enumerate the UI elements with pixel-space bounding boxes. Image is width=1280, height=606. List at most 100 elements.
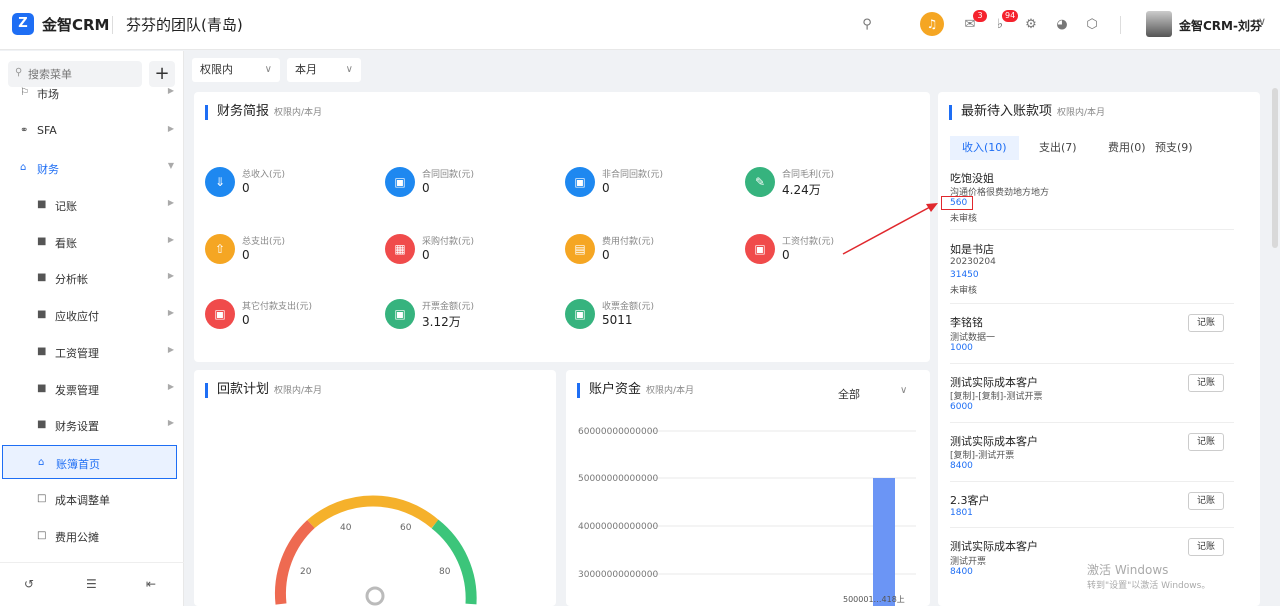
stat-card: ⇓ 总收入(元) 0 bbox=[205, 167, 375, 207]
brand-name: 金智CRM bbox=[42, 16, 110, 34]
y-tick-label: 50000000000000 bbox=[578, 474, 658, 484]
gauge-chart: 20 40 60 80 bbox=[274, 495, 477, 606]
sliders-icon[interactable]: ☰ bbox=[86, 577, 97, 591]
folder-icon: ■ bbox=[37, 419, 47, 430]
logo-icon[interactable]: Z bbox=[12, 13, 34, 35]
account-funds-panel: 账户资金 权限内/本月 全部 ∨ 60000000000000 500000000… bbox=[566, 370, 930, 606]
team-name[interactable]: 芬芬的团队(青岛) bbox=[126, 14, 243, 35]
gauge-arc-red bbox=[274, 519, 315, 605]
stat-card: ▣ 收票金额(元) 5011 bbox=[565, 299, 735, 339]
stat-label: 合同毛利(元) bbox=[782, 170, 835, 180]
sidebar-item-analysis[interactable]: ■ 分析帐 ▶ bbox=[0, 261, 184, 295]
stat-label: 总支出(元) bbox=[242, 237, 286, 247]
list-item[interactable]: 李铭铭 测试数据一 1000 记账 bbox=[950, 314, 1234, 364]
sidebar-item-cost-share[interactable]: □ 费用公摊 bbox=[0, 519, 184, 553]
list-item[interactable]: 2.3客户 1801 记账 bbox=[950, 492, 1234, 528]
period-select[interactable]: 本月 ∨ bbox=[287, 58, 361, 82]
bell-badge: 94 bbox=[1002, 10, 1019, 22]
chevron-down-icon: ▼ bbox=[167, 161, 174, 170]
megaphone-icon[interactable]: ♫ bbox=[920, 12, 944, 36]
collapse-menu-icon[interactable]: ⇤ bbox=[146, 577, 156, 591]
stat-value: 0 bbox=[602, 181, 610, 195]
record-button[interactable]: 记账 bbox=[1188, 374, 1224, 392]
pie-chart-icon[interactable]: ◕ bbox=[1053, 16, 1071, 34]
header-divider bbox=[112, 16, 113, 34]
record-button[interactable]: 记账 bbox=[1188, 538, 1224, 556]
gauge-tick: 20 bbox=[300, 567, 312, 577]
y-tick-label: 60000000000000 bbox=[578, 427, 658, 437]
avatar[interactable] bbox=[1146, 11, 1172, 37]
list-item[interactable]: 测试实际成本客户 [复制]-测试开票 8400 记账 bbox=[950, 433, 1234, 482]
gauge-tick: 60 bbox=[400, 523, 412, 533]
list-item[interactable]: 如是书店 20230204 31450 未审核 bbox=[950, 241, 1234, 304]
sidebar-item-finance[interactable]: ⌂ 财务 ▼ bbox=[0, 151, 184, 185]
folder-icon: ■ bbox=[37, 383, 47, 394]
stat-card: ▣ 非合同回款(元) 0 bbox=[565, 167, 735, 207]
sidebar-item-invoices[interactable]: ■ 发票管理 ▶ bbox=[0, 372, 184, 406]
y-tick-label: 30000000000000 bbox=[578, 570, 658, 580]
gauge-arc-green bbox=[431, 519, 477, 605]
record-button[interactable]: 记账 bbox=[1188, 314, 1224, 332]
tab-advance[interactable]: 预支(9) bbox=[1143, 136, 1205, 160]
stat-icon: ▣ bbox=[385, 167, 415, 197]
scope-select[interactable]: 权限内 ∨ bbox=[192, 58, 280, 82]
sidebar-item-ledger-home[interactable]: ⌂ 账簿首页 bbox=[2, 445, 177, 479]
stat-label: 收票金额(元) bbox=[602, 302, 655, 312]
sidebar-item-finance-settings[interactable]: ■ 财务设置 ▶ bbox=[0, 408, 184, 442]
record-button[interactable]: 记账 bbox=[1188, 492, 1224, 510]
stat-icon: ▣ bbox=[745, 234, 775, 264]
sidebar-footer: ↺ ☰ ⇤ bbox=[0, 562, 184, 606]
chevron-right-icon: ▶ bbox=[167, 235, 174, 244]
gauge-arc-yellow bbox=[307, 495, 439, 529]
record-button[interactable]: 记账 bbox=[1188, 433, 1224, 451]
y-tick-label: 40000000000000 bbox=[578, 522, 658, 532]
chevron-down-icon[interactable]: ∨ bbox=[1258, 15, 1266, 28]
stat-icon: ▦ bbox=[385, 234, 415, 264]
stat-label: 采购付款(元) bbox=[422, 237, 475, 247]
stat-label: 合同回款(元) bbox=[422, 170, 475, 180]
finance-brief-panel: 财务简报 权限内/本月 ⇓ 总收入(元) 0 ▣ 合同回款(元) 0 ▣ 非合同回款(元) 0 ✎ 合… bbox=[194, 92, 930, 362]
stat-card: ✎ 合同毛利(元) 4.24万 bbox=[745, 167, 915, 207]
sidebar-item-cost-adjust[interactable]: □ 成本调整单 bbox=[0, 482, 184, 516]
cube-icon[interactable]: ⬡ bbox=[1083, 16, 1101, 34]
chevron-down-icon: ∨ bbox=[264, 64, 272, 75]
list-item[interactable]: 吃饱没姐 沟通价格很费劲地方地方 560 未审核 bbox=[950, 170, 1234, 230]
pending-entries-panel: 最新待入账款项 权限内/本月 收入(10) 支出(7) 费用(0) 预支(9) 吃… bbox=[938, 92, 1260, 606]
list-item[interactable]: 测试实际成本客户 [复制]-[复制]-测试开票 6000 记账 bbox=[950, 374, 1234, 423]
chevron-right-icon: ▶ bbox=[167, 345, 174, 354]
stat-value: 0 bbox=[242, 248, 250, 262]
stat-value: 0 bbox=[782, 248, 790, 262]
stat-label: 工资付款(元) bbox=[782, 237, 835, 247]
stat-card: ▤ 费用付款(元) 0 bbox=[565, 234, 735, 274]
sidebar-item-payroll[interactable]: ■ 工资管理 ▶ bbox=[0, 335, 184, 369]
tab-income[interactable]: 收入(10) bbox=[950, 136, 1019, 160]
stat-value: 5011 bbox=[602, 313, 633, 327]
tab-expense[interactable]: 支出(7) bbox=[1027, 136, 1089, 160]
stat-card: ⇧ 总支出(元) 0 bbox=[205, 234, 375, 274]
sidebar-item-bookkeeping[interactable]: ■ 记账 ▶ bbox=[0, 188, 184, 222]
gauge-pivot bbox=[365, 586, 385, 606]
sidebar-item-sfa[interactable]: ⚭ SFA ▶ bbox=[0, 114, 184, 148]
stat-icon: ▣ bbox=[565, 299, 595, 329]
stat-label: 总收入(元) bbox=[242, 170, 286, 180]
stat-icon: ⇧ bbox=[205, 234, 235, 264]
gear-icon[interactable]: ⚙ bbox=[1022, 16, 1040, 34]
flag-icon: ⚐ bbox=[20, 87, 29, 98]
top-header: Z 金智CRM 芬芬的团队(青岛) ⚲ ♫ ✉ 3 ♭ 94 ⚙ ◕ ⬡ 金智C… bbox=[0, 0, 1280, 50]
stat-icon: ▣ bbox=[385, 299, 415, 329]
sidebar-item-receivables[interactable]: ■ 应收应付 ▶ bbox=[0, 298, 184, 332]
sidebar-item-market[interactable]: ⚐ 市场 ▶ bbox=[0, 76, 184, 110]
scrollbar[interactable] bbox=[1272, 88, 1278, 248]
user-name[interactable]: 金智CRM-刘芬 bbox=[1179, 17, 1262, 34]
folder-icon: ■ bbox=[37, 199, 47, 210]
stat-value: 0 bbox=[602, 248, 610, 262]
sidebar-item-view-accounts[interactable]: ■ 看账 ▶ bbox=[0, 225, 184, 259]
sfa-icon: ⚭ bbox=[20, 125, 29, 136]
stat-icon: ⇓ bbox=[205, 167, 235, 197]
document-icon: □ bbox=[37, 530, 47, 541]
history-icon[interactable]: ↺ bbox=[24, 577, 34, 591]
account-bar-chart: 60000000000000 50000000000000 4000000000… bbox=[578, 427, 916, 606]
stat-icon: ✎ bbox=[745, 167, 775, 197]
search-icon[interactable]: ⚲ bbox=[858, 16, 876, 34]
highlight-box bbox=[941, 196, 973, 210]
